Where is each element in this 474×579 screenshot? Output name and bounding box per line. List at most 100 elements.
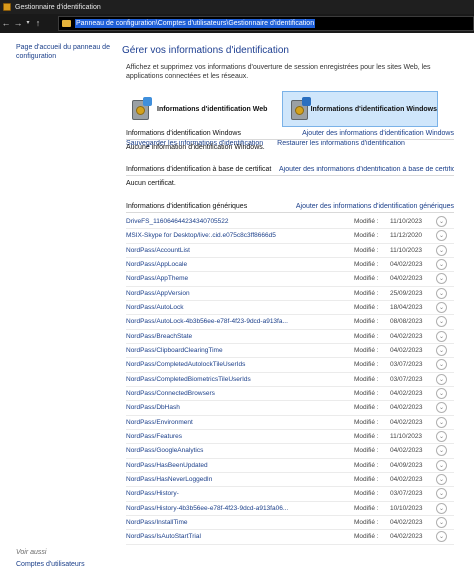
credential-row[interactable]: NordPass/ClipboardClearingTime Modifié : 0… bbox=[126, 344, 454, 359]
expand-chevron-icon[interactable]: ⌄ bbox=[436, 531, 447, 543]
credential-row[interactable]: NordPass/AppTheme Modifié : 04/02/2023 ⌄ bbox=[126, 272, 454, 287]
expand-chevron-icon[interactable]: ⌄ bbox=[436, 359, 447, 371]
window-title: Gestionnaire d'identification bbox=[15, 3, 101, 11]
expand-chevron-icon[interactable]: ⌄ bbox=[436, 502, 447, 514]
modified-label: Modifié : bbox=[354, 218, 379, 226]
expand-chevron-icon[interactable]: ⌄ bbox=[436, 244, 447, 256]
expand-chevron-icon[interactable]: ⌄ bbox=[436, 330, 447, 342]
modified-label: Modifié : bbox=[354, 447, 379, 455]
credential-name[interactable]: NordPass/BreachState bbox=[126, 333, 354, 340]
credential-name[interactable]: NordPass/HasNeverLoggedIn bbox=[126, 476, 354, 483]
credential-row[interactable]: NordPass/AppLocale Modifié : 04/02/2023 ⌄ bbox=[126, 258, 454, 273]
credential-row[interactable]: NordPass/History-4b3b56ee-e78f-4f23-9dcd… bbox=[126, 502, 454, 516]
credential-name[interactable]: NordPass/DbHash bbox=[126, 404, 354, 411]
credential-name[interactable]: NordPass/AppLocale bbox=[126, 261, 354, 268]
credential-row[interactable]: MSIX-Skype for Desktop/live:.cid.e075c8c… bbox=[126, 229, 454, 244]
expand-chevron-icon[interactable]: ⌄ bbox=[436, 373, 447, 385]
expand-chevron-icon[interactable]: ⌄ bbox=[436, 416, 447, 428]
expand-chevron-icon[interactable]: ⌄ bbox=[436, 287, 447, 299]
credential-name[interactable]: NordPass/InstallTime bbox=[126, 519, 354, 526]
expand-chevron-icon[interactable]: ⌄ bbox=[436, 216, 447, 228]
credential-name[interactable]: DriveFS_116064644234340705522 bbox=[126, 218, 354, 225]
credential-name[interactable]: NordPass/History- bbox=[126, 490, 354, 497]
expand-chevron-icon[interactable]: ⌄ bbox=[436, 474, 447, 486]
credential-name[interactable]: NordPass/AutoLock-4b3b56ee-e78f-4f23-9dc… bbox=[126, 318, 354, 325]
modified-date: 04/02/2023 bbox=[390, 347, 423, 355]
expand-chevron-icon[interactable]: ⌄ bbox=[436, 345, 447, 357]
credential-name[interactable]: NordPass/History-4b3b56ee-e78f-4f23-9dcd… bbox=[126, 505, 354, 512]
credential-name[interactable]: NordPass/ConnectedBrowsers bbox=[126, 390, 354, 397]
control-panel-home-link[interactable]: Page d'accueil du panneau de configurati… bbox=[16, 43, 110, 61]
modified-date: 04/02/2023 bbox=[390, 390, 423, 398]
credential-name[interactable]: NordPass/Features bbox=[126, 433, 354, 440]
modified-label: Modifié : bbox=[354, 361, 379, 369]
control-panel-folder-icon bbox=[62, 20, 71, 27]
credential-row[interactable]: NordPass/BreachState Modifié : 04/02/2023 ⌄ bbox=[126, 330, 454, 344]
credential-row[interactable]: NordPass/GoogleAnalytics Modifié : 04/02/2… bbox=[126, 444, 454, 459]
expand-chevron-icon[interactable]: ⌄ bbox=[436, 459, 447, 471]
expand-chevron-icon[interactable]: ⌄ bbox=[436, 388, 447, 400]
credential-name[interactable]: NordPass/HasBeenUpdated bbox=[126, 462, 354, 469]
address-input[interactable]: Panneau de configuration\Comptes d'utili… bbox=[58, 16, 474, 31]
windows-credentials-label: Informations d'identification Windows bbox=[310, 105, 437, 113]
credential-name[interactable]: NordPass/IsAutoStartTrial bbox=[126, 533, 354, 540]
credential-name[interactable]: NordPass/CompletedAutolockTileUserIds bbox=[126, 361, 354, 368]
credential-row[interactable]: NordPass/History- Modifié : 03/07/2023 ⌄ bbox=[126, 487, 454, 502]
expand-chevron-icon[interactable]: ⌄ bbox=[436, 273, 447, 285]
credential-row[interactable]: NordPass/DbHash Modifié : 04/02/2023 ⌄ bbox=[126, 401, 454, 416]
credential-row[interactable]: NordPass/Features Modifié : 11/10/2023 ⌄ bbox=[126, 430, 454, 445]
expand-chevron-icon[interactable]: ⌄ bbox=[436, 431, 447, 443]
credential-row[interactable]: NordPass/HasBeenUpdated Modifié : 04/09/20… bbox=[126, 459, 454, 473]
user-accounts-link[interactable]: Comptes d'utilisateurs bbox=[16, 561, 85, 568]
expand-chevron-icon[interactable]: ⌄ bbox=[436, 445, 447, 457]
credential-row[interactable]: NordPass/InstallTime Modifié : 04/02/2023 ⌄ bbox=[126, 516, 454, 531]
modified-date: 08/08/2023 bbox=[390, 318, 423, 326]
modified-date: 04/02/2023 bbox=[390, 332, 423, 340]
credential-row[interactable]: NordPass/AppVersion Modifié : 25/09/2023 ⌄ bbox=[126, 287, 454, 301]
address-path[interactable]: Panneau de configuration\Comptes d'utili… bbox=[75, 19, 316, 28]
expand-chevron-icon[interactable]: ⌄ bbox=[436, 402, 447, 414]
credential-name[interactable]: MSIX-Skype for Desktop/live:.cid.e075c8c… bbox=[126, 232, 354, 239]
add-generic-credential-link[interactable]: Ajouter des informations d'identificatio… bbox=[296, 203, 454, 210]
expand-chevron-icon[interactable]: ⌄ bbox=[436, 488, 447, 500]
web-credentials-tab[interactable]: Informations d'identification Web bbox=[124, 91, 270, 127]
expand-chevron-icon[interactable]: ⌄ bbox=[436, 517, 447, 529]
credential-row[interactable]: NordPass/Environment Modifié : 04/02/2023 ⌄ bbox=[126, 416, 454, 430]
modified-date: 04/02/2023 bbox=[390, 533, 423, 541]
add-certificate-credential-link[interactable]: Ajouter des informations d'identificatio… bbox=[279, 166, 454, 173]
intro-text: Affichez et supprimez vos informations d… bbox=[126, 64, 431, 80]
modified-label: Modifié : bbox=[354, 390, 379, 398]
add-windows-credential-link[interactable]: Ajouter des informations d'identificatio… bbox=[302, 130, 454, 137]
back-arrow-icon[interactable]: ← bbox=[0, 14, 12, 33]
forward-arrow-icon[interactable]: → bbox=[12, 14, 24, 33]
credential-name[interactable]: NordPass/CompletedBiometricsTileUserIds bbox=[126, 376, 354, 383]
windows-credentials-tab[interactable]: Informations d'identification Windows bbox=[282, 91, 438, 127]
credential-name[interactable]: NordPass/ClipboardClearingTime bbox=[126, 347, 354, 354]
credential-name[interactable]: NordPass/AccountList bbox=[126, 247, 354, 254]
up-arrow-icon[interactable]: ↑ bbox=[32, 14, 44, 33]
expand-chevron-icon[interactable]: ⌄ bbox=[436, 230, 447, 242]
modified-date: 04/02/2023 bbox=[390, 261, 423, 269]
credential-row[interactable]: NordPass/ConnectedBrowsers Modifié : 04/02… bbox=[126, 387, 454, 402]
expand-chevron-icon[interactable]: ⌄ bbox=[436, 316, 447, 328]
credential-row[interactable]: NordPass/HasNeverLoggedIn Modifié : 04/02/… bbox=[126, 473, 454, 488]
expand-chevron-icon[interactable]: ⌄ bbox=[436, 302, 447, 314]
expand-chevron-icon[interactable]: ⌄ bbox=[436, 259, 447, 271]
credential-row[interactable]: NordPass/CompletedBiometricsTileUserIds M… bbox=[126, 373, 454, 387]
credential-row[interactable]: DriveFS_116064644234340705522 Modifié : 11… bbox=[126, 215, 454, 230]
credential-name[interactable]: NordPass/AutoLock bbox=[126, 304, 354, 311]
credential-row[interactable]: NordPass/AccountList Modifié : 11/10/2023 ⌄ bbox=[126, 244, 454, 258]
credential-row[interactable]: NordPass/CompletedAutolockTileUserIds Mod… bbox=[126, 358, 454, 373]
credential-row[interactable]: NordPass/AutoLock-4b3b56ee-e78f-4f23-9dc… bbox=[126, 315, 454, 330]
title-bar: Gestionnaire d'identification bbox=[0, 0, 474, 14]
credential-name[interactable]: NordPass/GoogleAnalytics bbox=[126, 447, 354, 454]
credential-name[interactable]: NordPass/Environment bbox=[126, 419, 354, 426]
modified-label: Modifié : bbox=[354, 232, 379, 240]
credential-row[interactable]: NordPass/AutoLock Modifié : 18/04/2023 ⌄ bbox=[126, 301, 454, 316]
credential-name[interactable]: NordPass/AppVersion bbox=[126, 290, 354, 297]
credential-row[interactable]: NordPass/IsAutoStartTrial Modifié : 04/02/… bbox=[126, 530, 454, 545]
credential-name[interactable]: NordPass/AppTheme bbox=[126, 275, 354, 282]
modified-date: 04/09/2023 bbox=[390, 461, 423, 469]
recent-locations-chevron-icon[interactable]: ▾ bbox=[24, 14, 32, 33]
modified-label: Modifié : bbox=[354, 246, 379, 254]
